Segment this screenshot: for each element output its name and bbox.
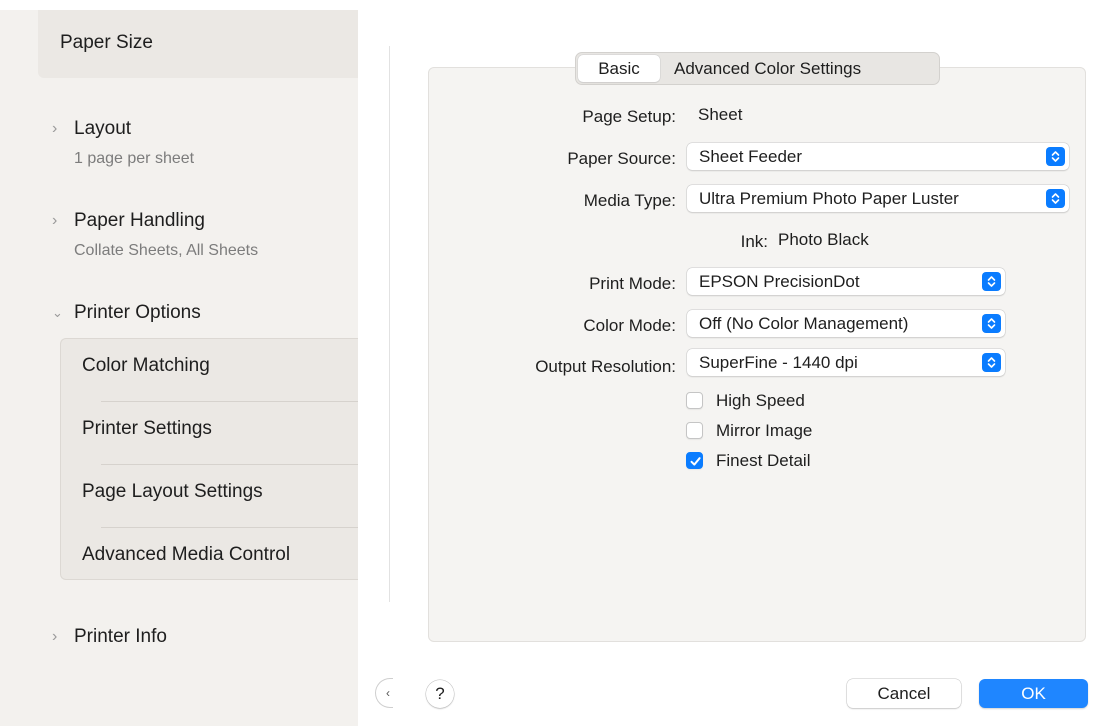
page-setup-value: Sheet (698, 105, 743, 124)
finest-detail-label: Finest Detail (716, 451, 811, 470)
chevron-up-down-icon (982, 353, 1001, 372)
paper-source-label: Paper Source: (567, 149, 676, 168)
chevron-right-icon: › (52, 628, 58, 645)
paper-source-value: Sheet Feeder (699, 146, 803, 166)
sidebar-toggle-handle[interactable]: ‹ (375, 678, 393, 708)
tab-basic[interactable]: Basic (578, 55, 660, 82)
chevron-up-down-icon (1046, 147, 1065, 166)
chevron-up-down-icon (1046, 189, 1065, 208)
cancel-button[interactable]: Cancel (847, 679, 961, 708)
sidebar-item-page-layout-settings[interactable]: Page Layout Settings (61, 465, 358, 528)
sidebar-item-printer-settings[interactable]: Printer Settings (61, 402, 358, 465)
output-resolution-select[interactable]: SuperFine - 1440 dpi (687, 349, 1005, 376)
ink-value: Photo Black (778, 230, 869, 249)
sidebar-item-label: Printer Info (74, 626, 167, 647)
sidebar-item-label: Printer Options (74, 302, 201, 323)
chevron-down-icon: ⌄ (52, 305, 63, 320)
chevron-left-icon: ‹ (386, 686, 390, 700)
sidebar-item-subtitle: Collate Sheets, All Sheets (74, 242, 259, 259)
sidebar-item-label: Printer Settings (82, 418, 212, 439)
print-mode-select[interactable]: EPSON PrecisionDot (687, 268, 1005, 295)
sidebar-item-label: Color Matching (82, 355, 210, 376)
output-resolution-value: SuperFine - 1440 dpi (699, 352, 858, 372)
mirror-image-label: Mirror Image (716, 421, 813, 440)
paper-source-select[interactable]: Sheet Feeder (687, 143, 1069, 170)
media-type-select[interactable]: Ultra Premium Photo Paper Luster (687, 185, 1069, 212)
help-button[interactable]: ? (426, 680, 454, 708)
sidebar: Paper Size › Layout 1 page per sheet › P… (0, 10, 358, 726)
tab-advanced-color-settings[interactable]: Advanced Color Settings (660, 55, 861, 82)
sidebar-item-label: Page Layout Settings (82, 481, 263, 502)
sidebar-item-color-matching[interactable]: Color Matching (61, 339, 358, 402)
sidebar-item-label: Layout (74, 118, 132, 139)
sidebar-item-subtitle: 1 page per sheet (74, 150, 195, 167)
mirror-image-checkbox[interactable] (686, 422, 703, 439)
print-mode-label: Print Mode: (589, 274, 676, 293)
color-mode-value: Off (No Color Management) (699, 313, 909, 333)
ok-button[interactable]: OK (979, 679, 1088, 708)
sidebar-item-label: Advanced Media Control (82, 544, 291, 565)
sidebar-item-advanced-media-control[interactable]: Advanced Media Control (61, 528, 358, 591)
output-resolution-label: Output Resolution: (535, 357, 676, 376)
chevron-right-icon: › (52, 212, 58, 229)
checkmark-icon (690, 457, 701, 466)
high-speed-label: High Speed (716, 391, 805, 410)
pane-divider (389, 46, 390, 602)
sidebar-item-printer-options[interactable]: ⌄ Printer Options (52, 302, 201, 324)
tab-bar: Basic Advanced Color Settings (575, 52, 940, 85)
media-type-label: Media Type: (583, 191, 676, 210)
finest-detail-checkbox[interactable] (686, 452, 703, 469)
sidebar-item-layout[interactable]: › Layout 1 page per sheet (52, 118, 194, 168)
printer-options-list: Color Matching Printer Settings Page Lay… (60, 338, 358, 580)
chevron-right-icon: › (52, 120, 58, 137)
page-setup-label: Page Setup: (582, 107, 676, 126)
color-mode-label: Color Mode: (583, 316, 676, 335)
media-type-value: Ultra Premium Photo Paper Luster (699, 188, 959, 208)
sidebar-item-paper-handling[interactable]: › Paper Handling Collate Sheets, All She… (52, 210, 258, 260)
high-speed-checkbox[interactable] (686, 392, 703, 409)
sidebar-item-paper-size[interactable]: Paper Size (38, 10, 358, 78)
sidebar-item-label: Paper Handling (74, 210, 205, 231)
color-mode-select[interactable]: Off (No Color Management) (687, 310, 1005, 337)
chevron-up-down-icon (982, 314, 1001, 333)
sidebar-item-printer-info[interactable]: › Printer Info (52, 626, 167, 648)
chevron-up-down-icon (982, 272, 1001, 291)
print-mode-value: EPSON PrecisionDot (699, 271, 860, 291)
ink-label: Ink: (740, 232, 768, 251)
